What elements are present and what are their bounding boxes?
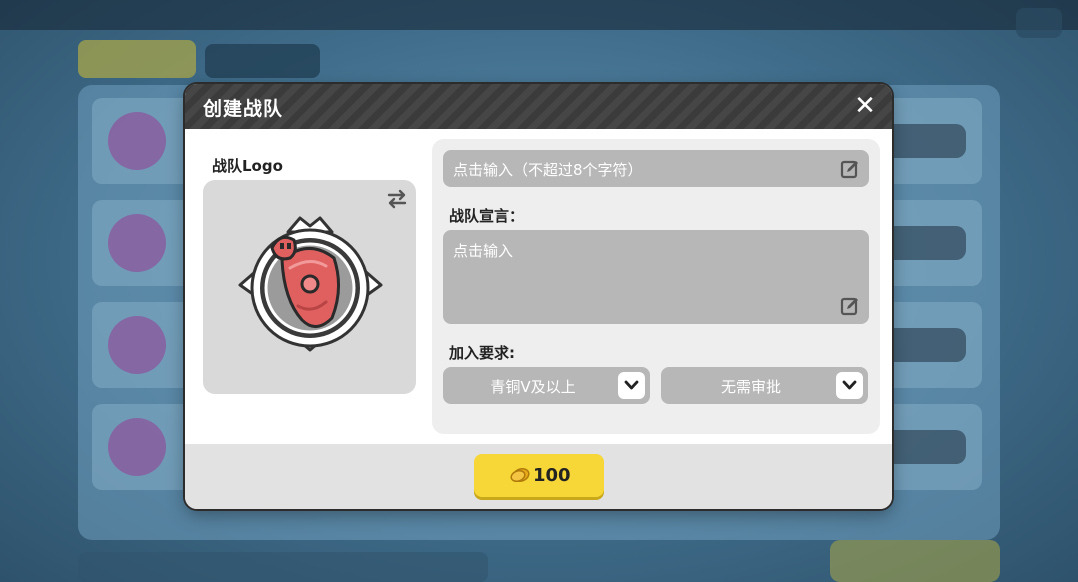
edit-icon[interactable] [840,296,860,316]
chevron-down-icon[interactable] [618,372,645,399]
gold-coin-icon [510,467,530,483]
background-top-bar [0,0,1078,30]
team-form-panel: 点击输入（不超过8个字符） 战队宣言： 点击输入 加入要求: 青铜V及以上 无需… [432,139,880,434]
dialog-footer: 100 [185,444,892,509]
rank-requirement-dropdown[interactable]: 青铜V及以上 [443,367,650,404]
background-avatar [108,418,166,476]
join-requirement-label: 加入要求: [449,344,515,362]
team-motto-placeholder: 点击输入 [453,242,514,260]
close-icon[interactable]: ✕ [852,93,878,119]
create-team-dialog: 创建战队 ✕ 战队Logo 点击输入（不超过8个字符） 战队宣言： 点击输入 加… [185,84,892,509]
background-avatar [108,214,166,272]
background-tab-active [78,40,196,78]
rank-requirement-value: 青铜V及以上 [490,378,576,396]
dialog-body: 战队Logo 点击输入（不超过8个字符） 战队宣言： 点击输入 加入要求: 青铜… [185,129,892,444]
background-tab [205,44,320,78]
team-name-input[interactable]: 点击输入（不超过8个字符） [443,150,869,187]
background-bottom-button [830,540,1000,582]
team-motto-input[interactable]: 点击输入 [443,230,869,324]
team-name-placeholder: 点击输入（不超过8个字符） [453,161,643,179]
dialog-title: 创建战队 [203,98,284,120]
edit-icon[interactable] [840,159,860,179]
background-corner-button [1016,8,1062,38]
approval-value: 无需审批 [720,378,781,396]
approval-dropdown[interactable]: 无需审批 [661,367,868,404]
dialog-header: 创建战队 ✕ [185,84,892,129]
team-emblem [238,216,383,352]
background-avatar [108,112,166,170]
logo-picker[interactable] [203,180,416,394]
background-bottom-bar [78,552,488,582]
create-team-button[interactable]: 100 [474,454,604,497]
swap-arrows-icon[interactable] [386,188,408,210]
logo-label: 战队Logo [212,157,283,175]
motto-label: 战队宣言： [449,207,525,225]
chevron-down-icon[interactable] [836,372,863,399]
background-avatar [108,316,166,374]
create-cost: 100 [533,465,571,486]
